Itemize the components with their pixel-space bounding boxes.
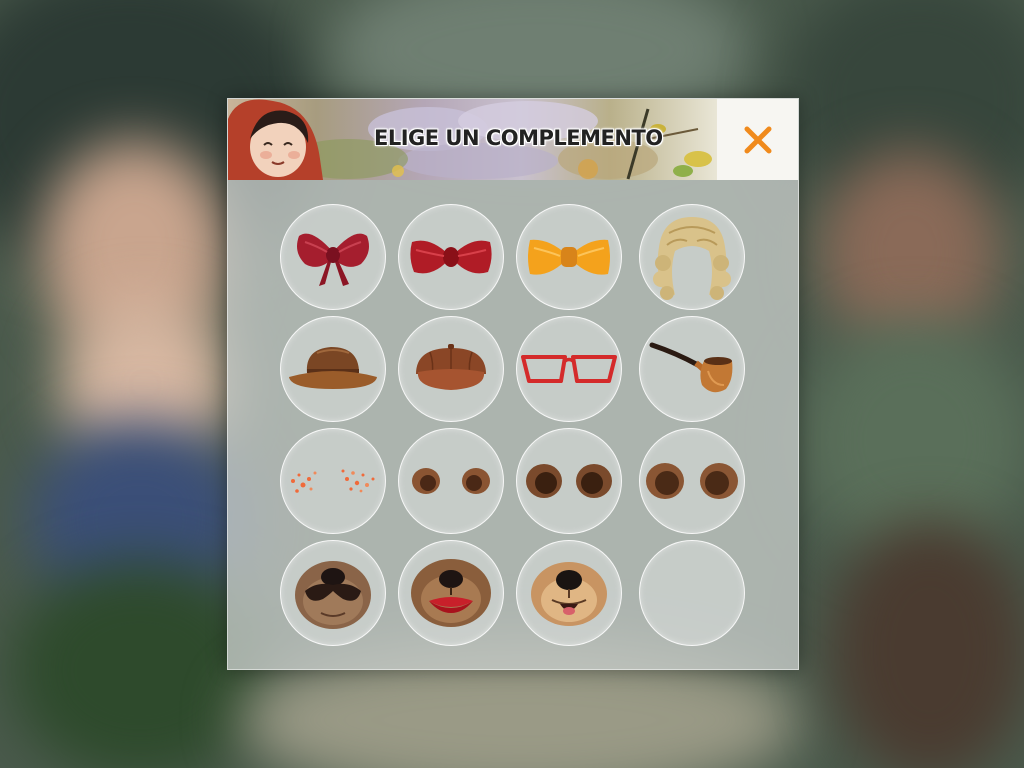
lipstick-snout-icon xyxy=(411,559,491,627)
accessory-dark-red-bowtie[interactable] xyxy=(398,204,504,310)
accessory-medium-ears[interactable] xyxy=(516,428,622,534)
accessory-mustache-snout[interactable] xyxy=(280,540,386,646)
accessory-brown-cap[interactable] xyxy=(398,316,504,422)
red-bow-icon xyxy=(297,233,369,286)
mustache-snout-icon xyxy=(295,561,371,629)
large-ears-icon xyxy=(646,463,738,499)
accessory-large-ears[interactable] xyxy=(639,428,745,534)
accessory-red-glasses[interactable] xyxy=(516,316,622,422)
accessory-lipstick-snout[interactable] xyxy=(398,540,504,646)
accessory-freckles[interactable] xyxy=(280,428,386,534)
accessory-small-ears[interactable] xyxy=(398,428,504,534)
accessory-brown-hat[interactable] xyxy=(280,316,386,422)
red-glasses-icon xyxy=(521,355,617,383)
pipe-icon xyxy=(649,342,733,393)
accessory-dialog: ELIGE UN COMPLEMENTO xyxy=(227,98,799,670)
accessory-pipe[interactable] xyxy=(639,316,745,422)
close-button[interactable] xyxy=(717,99,798,180)
blonde-curly-wig-icon xyxy=(653,217,731,300)
accessory-dog-snout[interactable] xyxy=(516,540,622,646)
accessory-blonde-wig[interactable] xyxy=(639,204,745,310)
dialog-title: ELIGE UN COMPLEMENTO xyxy=(374,126,663,150)
dark-red-bowtie-icon xyxy=(410,240,492,274)
header-banner-illustration: ELIGE UN COMPLEMENTO xyxy=(228,99,717,180)
orange-bowtie-icon xyxy=(528,239,610,275)
accessory-red-bow[interactable] xyxy=(280,204,386,310)
brown-hat-icon xyxy=(289,347,377,389)
medium-ears-icon xyxy=(526,464,612,498)
brown-cap-icon xyxy=(416,344,486,390)
accessory-empty-slot[interactable] xyxy=(639,540,745,646)
dialog-header: ELIGE UN COMPLEMENTO xyxy=(228,99,798,180)
freckles-icon xyxy=(291,469,375,493)
small-ears-icon xyxy=(412,468,490,494)
close-x-icon xyxy=(744,126,771,153)
accessory-grid xyxy=(228,180,798,669)
accessory-orange-bowtie[interactable] xyxy=(516,204,622,310)
dog-snout-icon xyxy=(531,562,607,626)
